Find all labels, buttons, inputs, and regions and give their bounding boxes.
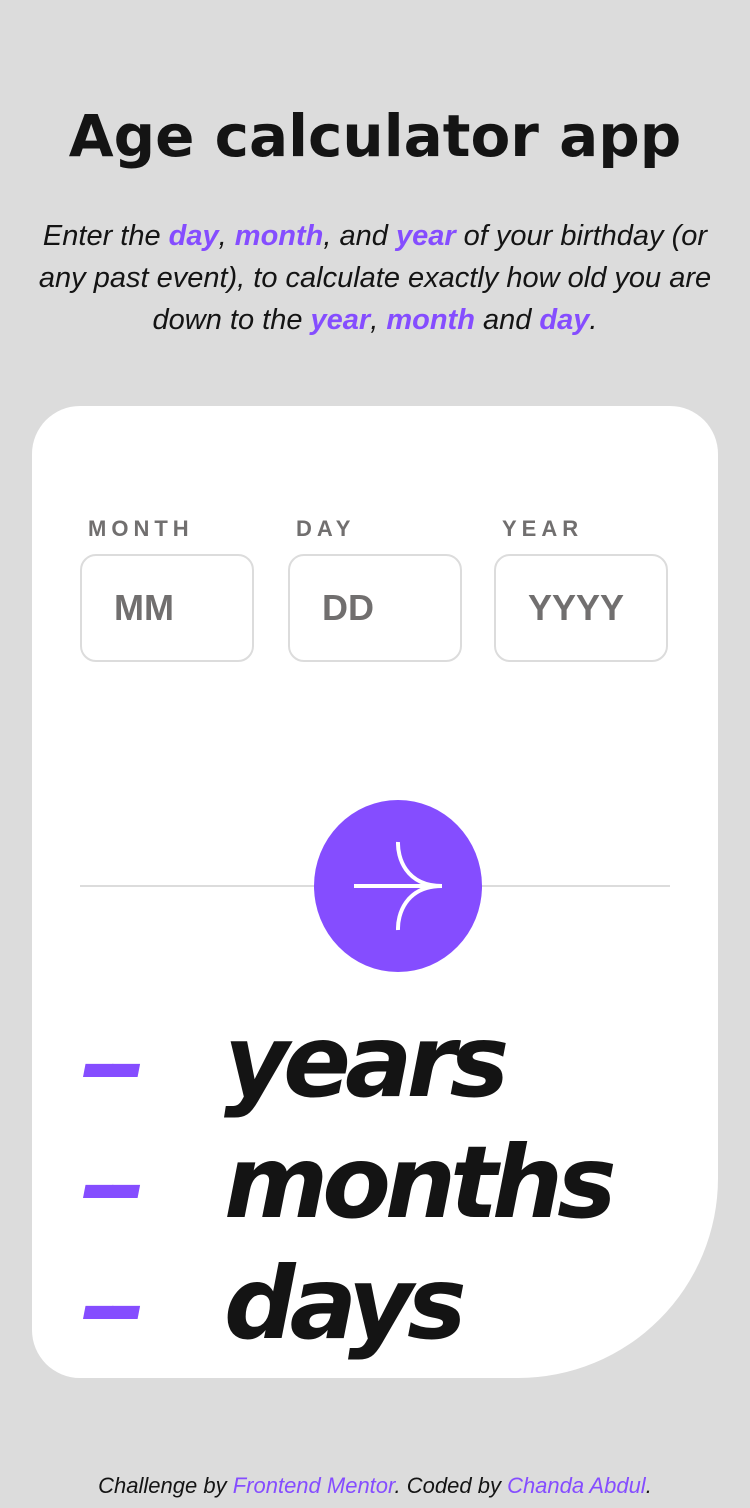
year-input[interactable] bbox=[494, 554, 668, 662]
calculator-card: MONTH DAY YEAR -- years -- months -- days bbox=[32, 406, 718, 1378]
years-value: -- bbox=[80, 1000, 143, 1123]
days-value: -- bbox=[80, 1242, 143, 1365]
result-years: -- years bbox=[80, 1000, 509, 1123]
month-label: MONTH bbox=[88, 516, 194, 541]
year-label: YEAR bbox=[502, 516, 584, 541]
day-input[interactable] bbox=[288, 554, 462, 662]
footer-prefix: Challenge by bbox=[98, 1473, 233, 1498]
author-link[interactable]: Chanda Abdul bbox=[507, 1473, 646, 1498]
arrow-right-icon bbox=[354, 841, 443, 931]
intro-highlight-year: year bbox=[395, 220, 456, 252]
page-title: Age calculator app bbox=[68, 102, 682, 170]
years-unit: years bbox=[224, 1003, 509, 1120]
intro-part: . bbox=[589, 304, 598, 336]
frontend-mentor-link[interactable]: Frontend Mentor bbox=[233, 1473, 395, 1498]
intro-highlight-year: year bbox=[310, 304, 371, 336]
intro-highlight-day: day bbox=[168, 220, 219, 252]
year-field: YEAR bbox=[494, 514, 668, 662]
intro-highlight-month: month bbox=[234, 220, 324, 252]
month-input[interactable] bbox=[80, 554, 254, 662]
intro-highlight-day: day bbox=[539, 304, 590, 336]
months-unit: months bbox=[224, 1124, 617, 1241]
day-field: DAY bbox=[288, 514, 462, 662]
intro-text: Enter the day, month, and year of your b… bbox=[30, 215, 720, 341]
footer-attribution: Challenge by Frontend Mentor. Coded by C… bbox=[0, 1470, 750, 1502]
intro-highlight-month: month bbox=[386, 304, 475, 336]
month-field: MONTH bbox=[80, 514, 254, 662]
footer-suffix: . bbox=[645, 1473, 652, 1498]
result-days: -- days bbox=[80, 1242, 467, 1365]
days-unit: days bbox=[224, 1245, 467, 1362]
result-months: -- months bbox=[80, 1121, 617, 1244]
day-label: DAY bbox=[296, 516, 356, 541]
footer-middle: . Coded by bbox=[394, 1473, 508, 1498]
intro-part: , and bbox=[323, 220, 396, 252]
intro-part: , bbox=[370, 304, 387, 336]
intro-part: Enter the bbox=[42, 220, 169, 252]
intro-part: and bbox=[474, 304, 540, 336]
months-value: -- bbox=[80, 1121, 143, 1244]
submit-button[interactable] bbox=[314, 800, 482, 972]
intro-part: , bbox=[218, 220, 235, 252]
